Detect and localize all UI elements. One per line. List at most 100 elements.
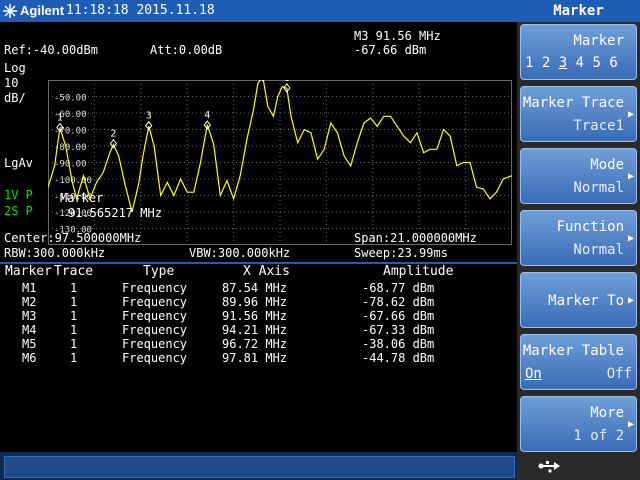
title-bar: Agilent 11:18:18 2015.11.18 <box>0 0 517 22</box>
marker-option-5[interactable]: 5 <box>593 55 601 71</box>
row-marker: M3 <box>22 309 37 323</box>
row-marker: M1 <box>22 281 37 295</box>
softkey-mode-label: Mode <box>590 157 624 173</box>
marker-option-4[interactable]: 4 <box>576 55 584 71</box>
vbw: VBW:300.000kHz <box>189 246 291 260</box>
ref-level: Ref:-40.00dBm <box>4 43 98 57</box>
chevron-right-icon: ▶ <box>627 233 634 244</box>
marker-number-label: 4 <box>204 110 210 121</box>
softkey-more[interactable]: More 1 of 2 ▶ <box>520 396 637 452</box>
row-amplitude: -68.77 dBm <box>362 281 435 295</box>
row-x-axis: 96.72 MHz <box>222 337 288 351</box>
row-trace: 1 <box>70 351 78 365</box>
softkey-function[interactable]: Function Normal ▶ <box>520 210 637 266</box>
row-x-axis: 94.21 MHz <box>222 323 288 337</box>
usb-icon <box>538 458 562 478</box>
col-header-x-axis: X Axis <box>243 264 290 279</box>
row-amplitude: -38.06 dBm <box>362 337 435 351</box>
attenuation: Att:0.00dB <box>150 43 223 57</box>
row-marker: M6 <box>22 351 37 365</box>
softkey-marker-label: Marker <box>573 33 624 49</box>
col-header-marker: Marker <box>5 264 52 279</box>
analyzer-screen: Ref:-40.00dBm Att:0.00dB M3 91.56 MHz -6… <box>0 22 517 452</box>
marker-readout-amp: -67.66 dBm <box>354 43 427 57</box>
row-x-axis: 87.54 MHz <box>222 281 288 295</box>
softkey-mode-value: Normal <box>573 180 624 196</box>
sweep-time: Sweep:23.99ms <box>354 246 448 260</box>
softkey-more-page: 1 of 2 <box>573 428 624 444</box>
chevron-right-icon: ▶ <box>627 171 634 182</box>
row-amplitude: -78.62 dBm <box>362 295 435 309</box>
row-type: Frequency <box>122 295 188 309</box>
marker-number-label: 1 <box>57 112 63 123</box>
row-x-axis: 91.56 MHz <box>222 309 288 323</box>
y-tick-label: -50.00 <box>54 94 87 104</box>
scale-unit: dB/ <box>4 91 26 105</box>
col-header-trace: Trace <box>54 264 94 279</box>
row-trace: 1 <box>70 337 78 351</box>
span: Span:21.000000MHz <box>354 231 477 245</box>
scale-type: Log <box>4 61 26 75</box>
row-trace: 1 <box>70 309 78 323</box>
marker-option-1[interactable]: 1 <box>525 55 533 71</box>
marker-value: 91.565217 MHz <box>68 206 162 220</box>
chevron-right-icon: ▶ <box>627 109 634 120</box>
marker-table-on-selected: On <box>525 366 542 382</box>
row-amplitude: -67.33 dBm <box>362 323 435 337</box>
row-marker: M5 <box>22 337 37 351</box>
row-type: Frequency <box>122 323 188 337</box>
softkey-marker-to[interactable]: Marker To ▶ <box>520 272 637 328</box>
center-frequency: Center:97.500000MHz <box>4 231 142 245</box>
brand-name: Agilent <box>20 3 65 18</box>
marker-number-label: 3 <box>146 111 152 122</box>
scale-value: 10 <box>4 76 19 90</box>
softkey-more-label: More <box>590 405 624 421</box>
col-header-amplitude: Amplitude <box>383 264 454 279</box>
row-type: Frequency <box>122 337 188 351</box>
row-amplitude: -44.78 dBm <box>362 351 435 365</box>
softkey-marker-select[interactable]: Marker 1 2 3 4 5 6 <box>520 24 637 80</box>
softkey-marker-table-label: Marker Table <box>522 343 624 359</box>
softkey-marker-table[interactable]: Marker Table On Off <box>520 334 637 390</box>
row-type: Frequency <box>122 351 188 365</box>
softkey-marker-trace-label: Marker Trace <box>522 95 624 111</box>
marker-number-label: 2 <box>110 129 116 140</box>
marker-number-label: 6 <box>284 80 290 84</box>
softkey-mode[interactable]: Mode Normal ▶ <box>520 148 637 204</box>
marker-label: Marker <box>60 191 104 205</box>
softkey-marker-to-label: Marker To <box>548 293 624 309</box>
chevron-right-icon: ▶ <box>627 419 634 430</box>
chevron-right-icon: ▶ <box>627 295 634 306</box>
marker-option-2[interactable]: 2 <box>542 55 550 71</box>
row-x-axis: 97.81 MHz <box>222 351 288 365</box>
row-trace: 1 <box>70 323 78 337</box>
agilent-logo-icon <box>2 3 18 23</box>
rbw: RBW:300.000kHz <box>4 246 106 260</box>
row-type: Frequency <box>122 281 188 295</box>
row-trace: 1 <box>70 295 78 309</box>
softkey-menu-title: Marker <box>517 0 640 22</box>
col-header-type: Type <box>143 264 175 279</box>
marker-number-options: 1 2 3 4 5 6 <box>525 55 618 71</box>
row-marker: M4 <box>22 323 37 337</box>
marker-option-3-selected[interactable]: 3 <box>559 55 567 71</box>
softkey-marker-trace[interactable]: Marker Trace Trace1 ▶ <box>520 86 637 142</box>
softkey-function-value: Normal <box>573 242 624 258</box>
marker-table-off: Off <box>606 366 632 382</box>
trace-1-state: 1V P <box>4 188 33 202</box>
marker-readout-freq: M3 91.56 MHz <box>354 29 441 43</box>
softkey-function-label: Function <box>556 219 624 235</box>
softkey-marker-trace-value: Trace1 <box>573 118 624 134</box>
date-time: 11:18:18 2015.11.18 <box>66 3 215 18</box>
status-field <box>4 456 515 478</box>
row-type: Frequency <box>122 309 188 323</box>
row-amplitude: -67.66 dBm <box>362 309 435 323</box>
row-marker: M2 <box>22 295 37 309</box>
spectrum-plot: -50.00-60.00-70.00-80.00-90.00-100.00-11… <box>48 80 512 245</box>
row-x-axis: 89.96 MHz <box>222 295 288 309</box>
marker-option-6[interactable]: 6 <box>609 55 617 71</box>
trace-2-state: 2S P <box>4 204 33 218</box>
row-trace: 1 <box>70 281 78 295</box>
detector-lgav: LgAv <box>4 156 33 170</box>
y-tick-label: -80.00 <box>54 143 87 153</box>
